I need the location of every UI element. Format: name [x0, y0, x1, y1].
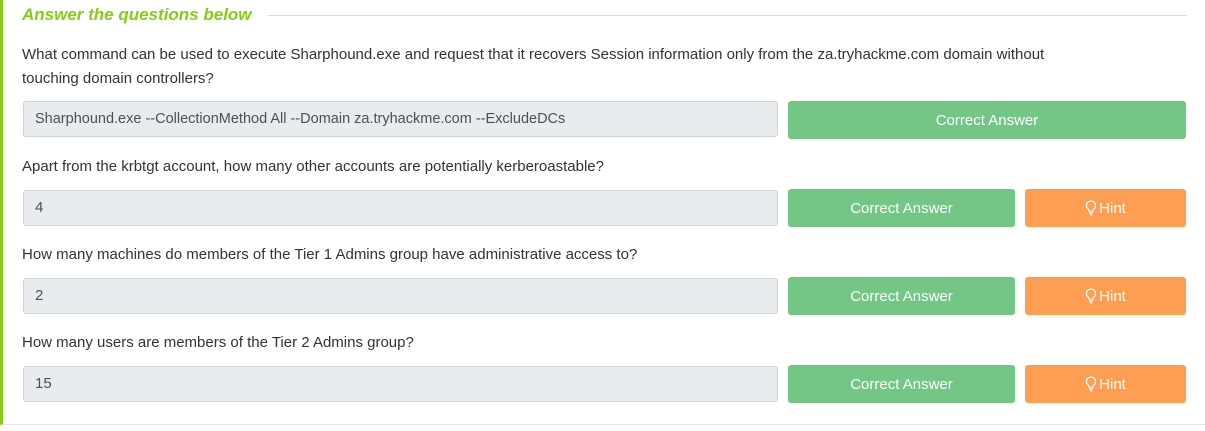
question-3-hint-label: Hint	[1099, 287, 1126, 305]
question-2-answer-field[interactable]: 4	[23, 190, 778, 226]
question-1-line-1: What command can be used to execute Shar…	[22, 46, 1045, 63]
section-title: Answer the questions below	[22, 5, 252, 24]
header-divider	[267, 14, 1187, 16]
question-2-correct-answer-label: Correct Answer	[850, 199, 953, 217]
question-3-hint-button[interactable]: Hint	[1025, 277, 1186, 315]
question-4-hint-button[interactable]: Hint	[1025, 365, 1186, 403]
lightbulb-icon	[1085, 288, 1097, 304]
question-3-correct-answer-label: Correct Answer	[850, 287, 953, 305]
question-3-answer-field[interactable]: 2	[23, 278, 778, 314]
question-4-hint-label: Hint	[1099, 375, 1126, 393]
section-header: Answer the questions below	[22, 3, 1187, 27]
question-1-answer-field[interactable]: Sharphound.exe --CollectionMethod All --…	[23, 101, 778, 137]
question-4-correct-answer-button[interactable]: Correct Answer	[788, 365, 1015, 403]
question-4-correct-answer-label: Correct Answer	[850, 375, 953, 393]
lightbulb-icon	[1085, 376, 1097, 392]
question-2-hint-button[interactable]: Hint	[1025, 189, 1186, 227]
question-1-correct-answer-label: Correct Answer	[935, 111, 1039, 129]
question-4-answer-field[interactable]: 15	[23, 366, 778, 402]
question-1-correct-answer-button[interactable]: Correct Answer	[788, 101, 1186, 139]
question-3-correct-answer-button[interactable]: Correct Answer	[788, 277, 1015, 315]
question-2-hint-label: Hint	[1099, 199, 1126, 217]
question-2-correct-answer-button[interactable]: Correct Answer	[788, 189, 1015, 227]
question-2-text: Apart from the krbtgt account, how many …	[22, 158, 604, 175]
question-1-text: What command can be used to execute Shar…	[22, 43, 1162, 91]
question-1-line-2: touching domain controllers?	[22, 70, 214, 87]
question-4-text: How many users are members of the Tier 2…	[22, 334, 414, 351]
question-3-text: How many machines do members of the Tier…	[22, 246, 638, 263]
lightbulb-icon	[1085, 200, 1097, 216]
questions-panel: Answer the questions below What command …	[0, 0, 1205, 425]
